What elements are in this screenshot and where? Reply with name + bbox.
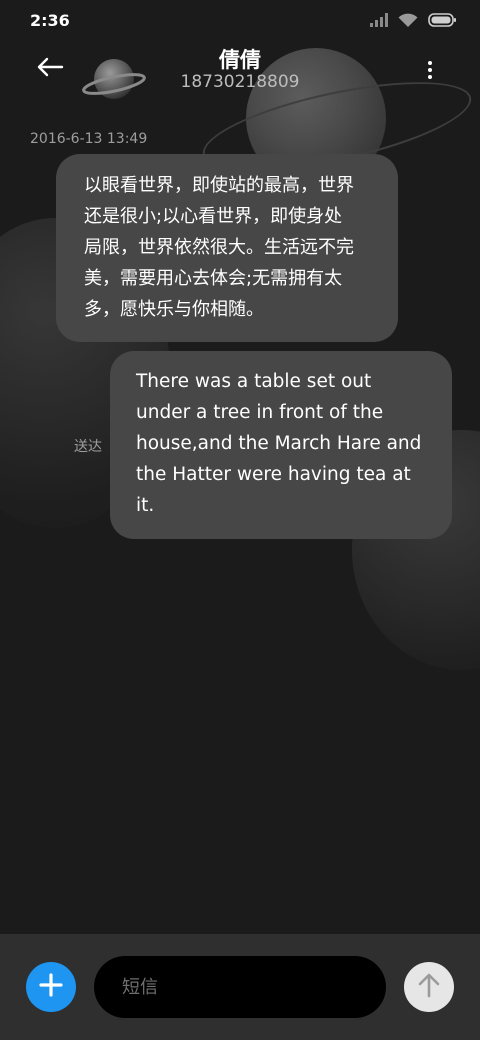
message-line: There was a table set out xyxy=(136,371,372,392)
compose-bar xyxy=(0,934,480,1040)
signal-icon xyxy=(370,13,388,27)
plus-icon xyxy=(39,973,63,1001)
message-line: 以眼看世界，即使站的最高，世界 xyxy=(84,175,354,196)
incoming-message-bubble[interactable]: 以眼看世界，即使站的最高，世界 还是很小;以心看世界，即使身处 局限，世界依然很… xyxy=(56,154,398,342)
message-line: house,and the March Hare and xyxy=(136,433,422,454)
outgoing-message-bubble[interactable]: There was a table set out under a tree i… xyxy=(110,351,452,539)
more-vertical-icon xyxy=(428,61,432,79)
message-line: it. xyxy=(136,495,155,516)
status-time: 2:36 xyxy=(30,10,70,30)
delivery-status: 送达 xyxy=(74,439,102,455)
wifi-icon xyxy=(398,13,418,28)
message-line: 多，愿快乐与你相随。 xyxy=(84,299,264,320)
message-line: the Hatter were having tea at xyxy=(136,464,411,485)
message-timestamp: 2016-6-13 13:49 xyxy=(30,131,148,147)
contact-name: 倩倩 xyxy=(219,48,261,72)
message-line: 美，需要用心去体会;无需拥有太 xyxy=(84,268,343,289)
more-options-button[interactable] xyxy=(418,58,442,82)
planet-avatar-icon xyxy=(82,59,146,110)
status-icons xyxy=(370,13,456,28)
send-button[interactable] xyxy=(404,962,454,1012)
message-line: 还是很小;以心看世界，即使身处 xyxy=(84,206,343,227)
contact-number: 18730218809 xyxy=(180,72,300,92)
add-attachment-button[interactable] xyxy=(26,962,76,1012)
message-line: under a tree in front of the xyxy=(136,402,384,423)
arrow-up-icon xyxy=(417,972,441,1002)
battery-icon xyxy=(428,13,456,27)
message-line: 局限，世界依然很大。生活远不完 xyxy=(84,237,354,258)
conversation-header: 倩倩 18730218809 xyxy=(0,40,480,120)
message-input[interactable] xyxy=(94,956,386,1018)
status-bar: 2:36 xyxy=(0,0,480,40)
